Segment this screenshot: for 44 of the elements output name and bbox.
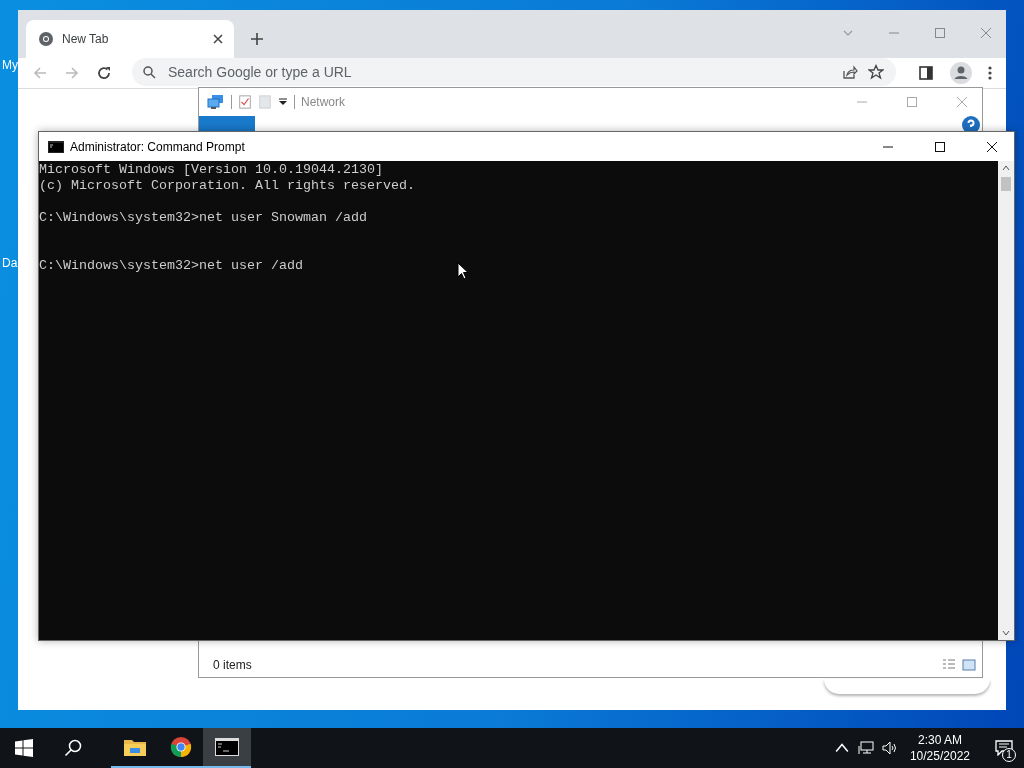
network-icon bbox=[207, 93, 225, 111]
notification-badge: 1 bbox=[1002, 748, 1016, 762]
taskbar-app[interactable] bbox=[203, 728, 251, 768]
window-title: Network bbox=[301, 95, 345, 109]
browser-tab[interactable]: New Tab bbox=[26, 20, 234, 58]
windows-start-icon[interactable] bbox=[15, 739, 33, 757]
network-icon[interactable] bbox=[857, 741, 874, 755]
console-line: (c) Microsoft Corporation. All rights reserved. bbox=[39, 178, 415, 193]
chevron-up-icon[interactable] bbox=[833, 741, 850, 755]
mouse-cursor-icon bbox=[457, 262, 469, 280]
scrollbar[interactable] bbox=[998, 161, 1014, 640]
clock[interactable]: 2:30 AM 10/25/2022 bbox=[909, 732, 970, 764]
address-bar[interactable]: Search Google or type a URL bbox=[132, 58, 896, 86]
maximize-icon[interactable] bbox=[934, 140, 946, 153]
window-title: Administrator: Command Prompt bbox=[70, 139, 245, 154]
desktop-icon-label[interactable]: Da bbox=[2, 256, 18, 270]
scroll-down-icon[interactable] bbox=[1002, 630, 1010, 636]
share-icon[interactable] bbox=[842, 64, 858, 80]
properties-icon[interactable] bbox=[238, 95, 252, 109]
console-line: C:\Windows\system32>net user Snowman /add bbox=[39, 210, 367, 225]
close-icon[interactable] bbox=[212, 33, 224, 45]
console-icon bbox=[215, 736, 239, 758]
search-icon[interactable] bbox=[64, 739, 82, 757]
side-panel-icon[interactable] bbox=[918, 65, 934, 81]
chrome-logo-icon bbox=[169, 736, 193, 758]
address-input[interactable]: Search Google or type a URL bbox=[166, 63, 470, 81]
status-text: 0 items bbox=[213, 658, 252, 672]
console-line: C:\Windows\system32>net user /add bbox=[39, 258, 303, 273]
chrome-logo-icon bbox=[38, 31, 54, 47]
scroll-up-icon[interactable] bbox=[1002, 165, 1010, 171]
notification-icon[interactable] bbox=[995, 740, 1013, 756]
more-menu-icon[interactable] bbox=[988, 65, 992, 81]
new-tab-icon[interactable] bbox=[250, 32, 264, 46]
console-line: Microsoft Windows [Version 10.0.19044.2130] bbox=[39, 162, 383, 177]
dropdown-icon[interactable] bbox=[278, 97, 288, 107]
reload-icon[interactable] bbox=[96, 65, 112, 81]
search-icon bbox=[142, 65, 156, 79]
volume-icon[interactable] bbox=[881, 741, 898, 755]
scroll-thumb[interactable] bbox=[1001, 177, 1011, 191]
desktop-icon-label[interactable]: My bbox=[2, 58, 18, 72]
profile-icon[interactable] bbox=[950, 62, 972, 84]
close-icon[interactable] bbox=[986, 140, 998, 153]
star-icon[interactable] bbox=[868, 64, 884, 80]
console-icon bbox=[48, 138, 64, 155]
